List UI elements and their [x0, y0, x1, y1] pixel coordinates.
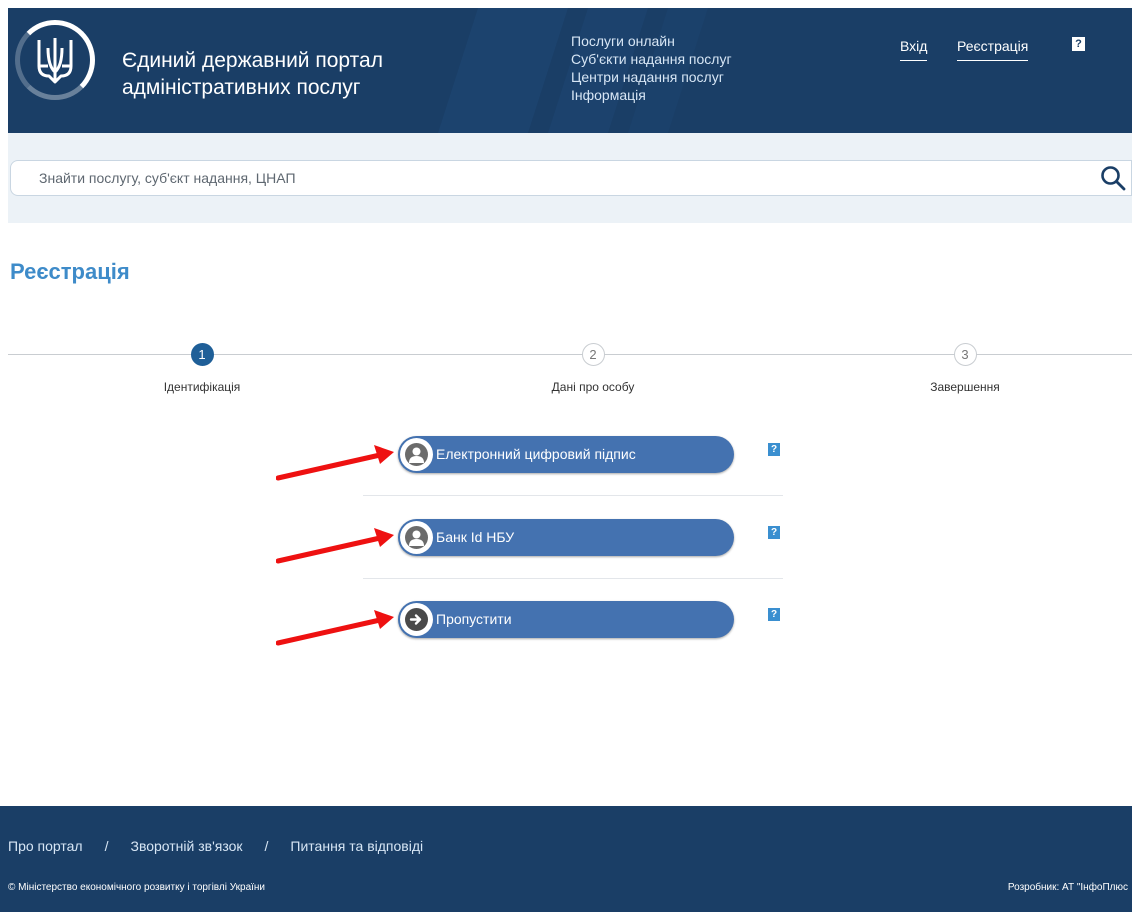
help-icon[interactable]: ?: [1072, 37, 1085, 51]
step-number: 3: [953, 343, 977, 366]
portal-logo[interactable]: [15, 20, 95, 100]
annotation-arrow: [276, 610, 394, 646]
copyright: © Міністерство економічного розвитку і т…: [8, 882, 266, 893]
footer-separator: /: [104, 838, 109, 854]
digital-signature-label: Електронний цифровий підпис: [436, 446, 636, 462]
site-footer: Про портал / Зворотній зв'язок / Питання та …: [0, 806, 1132, 912]
search-input[interactable]: [23, 161, 1095, 195]
user-icon: [400, 521, 433, 554]
search-band: [8, 133, 1132, 223]
site-header: Єдиний державний портал адміністративних…: [8, 8, 1132, 133]
bank-id-help-icon[interactable]: ?: [768, 526, 780, 539]
step-label: Ідентифікація: [163, 380, 241, 394]
skip-help-icon[interactable]: ?: [768, 608, 780, 621]
footer-link-feedback[interactable]: Зворотній зв'язок: [130, 838, 242, 854]
bank-id-button[interactable]: Банк Id НБУ: [398, 519, 734, 556]
step-number: 2: [581, 343, 605, 366]
nav-service-centers[interactable]: Центри надання послуг: [571, 68, 831, 86]
step-label: Завершення: [930, 380, 1000, 394]
footer-link-about[interactable]: Про портал: [8, 838, 83, 854]
register-link[interactable]: Реєстрація: [957, 38, 1029, 61]
annotation-arrow: [276, 528, 394, 564]
step-number: 1: [190, 343, 214, 366]
bank-id-label: Банк Id НБУ: [436, 529, 515, 545]
nav-information[interactable]: Інформація: [571, 86, 831, 104]
login-link[interactable]: Вхід: [900, 38, 928, 61]
skip-label: Пропустити: [436, 611, 512, 627]
step-completion: 3 Завершення: [865, 340, 1065, 394]
annotation-arrow: [276, 445, 394, 481]
user-icon: [400, 438, 433, 471]
step-identification: 1 Ідентифікація: [102, 340, 302, 394]
page-title: Реєстрація: [10, 259, 130, 284]
divider: [363, 578, 783, 579]
developer-credit: Розробник: АТ "ІнфоПлюс: [1007, 882, 1128, 893]
step-label: Дані про особу: [551, 380, 635, 394]
tryzub-icon: [37, 38, 73, 84]
footer-link-faq[interactable]: Питання та відповіді: [290, 838, 423, 854]
nav-service-providers[interactable]: Суб'єкти надання послуг: [571, 50, 831, 68]
registration-stepper: 1 Ідентифікація 2 Дані про особу 3 Завер…: [8, 340, 1132, 400]
portal-title-line1: Єдиний державний портал: [122, 49, 383, 72]
digital-signature-help-icon[interactable]: ?: [768, 443, 780, 456]
nav-services-online[interactable]: Послуги онлайн: [571, 32, 831, 50]
footer-links: Про портал / Зворотній зв'язок / Питання та …: [8, 838, 423, 854]
step-personal-data: 2 Дані про особу: [493, 340, 693, 394]
footer-separator: /: [264, 838, 269, 854]
portal-title[interactable]: Єдиний державний портал адміністративних…: [122, 47, 442, 101]
skip-button[interactable]: Пропустити: [398, 601, 734, 638]
main-nav: Послуги онлайн Суб'єкти надання послуг Ц…: [571, 32, 831, 104]
search-box: [10, 160, 1132, 196]
search-icon[interactable]: [1100, 165, 1126, 191]
divider: [363, 495, 783, 496]
arrow-right-icon: [400, 603, 433, 636]
digital-signature-button[interactable]: Електронний цифровий підпис: [398, 436, 734, 473]
portal-title-line2: адміністративних послуг: [122, 76, 361, 99]
